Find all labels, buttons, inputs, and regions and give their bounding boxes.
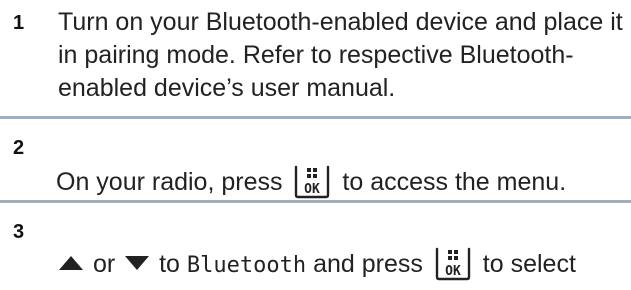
step-text: Turn on your Bluetooth-enabled device an… [58,8,623,102]
step-number: 1 [13,12,25,34]
divider [0,200,631,203]
or-text: or [92,250,116,278]
step-number: 2 [13,137,25,159]
key-label: OK [305,182,321,197]
step-text-after: to select [482,250,576,278]
step-text: or to Bluetooth and press OK to select [56,247,626,290]
step-number: 3 [13,221,25,243]
to-text: to [159,250,180,278]
up-arrow-icon [58,247,84,280]
menu-ok-key-icon: OK [434,247,472,290]
menu-item-bluetooth: Bluetooth [186,253,307,278]
and-press-text: and press [313,250,423,278]
step-text-before: On your radio, press [56,168,283,196]
step-text-after: to access the menu. [342,168,567,196]
key-label: OK [445,264,461,279]
divider [0,116,631,119]
down-arrow-icon [124,247,150,280]
